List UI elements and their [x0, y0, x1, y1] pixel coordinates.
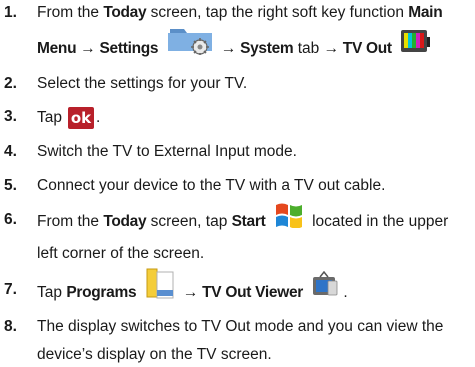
step-6-line-2: left corner of the screen. [37, 245, 205, 262]
step-number: 4. [4, 143, 17, 160]
step-number: 5. [4, 177, 17, 194]
step-number: 6. [4, 211, 17, 228]
step-5-text: Connect your device to the TV with a TV … [37, 177, 386, 194]
ok-button: ok [68, 107, 94, 129]
step-3-line: Tap ok. [37, 107, 101, 129]
step-8-line-1: The display switches to TV Out mode and … [37, 318, 444, 335]
tv-out-icon [399, 27, 431, 61]
instruction-steps: 1. From the Today screen, tap the right … [0, 0, 475, 367]
step-4-text: Switch the TV to External Input mode. [37, 143, 297, 160]
tv-out-viewer-icon [310, 270, 340, 305]
step-number: 7. [4, 281, 17, 298]
step-number: 1. [4, 4, 17, 21]
step-6-line-1: From the Today screen, tap Start located… [37, 203, 448, 234]
settings-folder-icon [166, 23, 214, 61]
step-number: 8. [4, 318, 17, 335]
step-number: 2. [4, 75, 17, 92]
programs-folder-icon [144, 266, 176, 306]
step-8-line-2: device’s display on the TV screen. [37, 346, 272, 363]
windows-start-icon [273, 200, 305, 234]
step-number: 3. [4, 108, 17, 125]
step-1-line-1: From the Today screen, tap the right sof… [37, 4, 443, 21]
step-2-text: Select the settings for your TV. [37, 75, 248, 92]
step-7-line: Tap Programs → TV Out Viewer . [37, 268, 348, 306]
step-1-line-2: Menu → Settings → System tab → TV Out [37, 29, 434, 61]
